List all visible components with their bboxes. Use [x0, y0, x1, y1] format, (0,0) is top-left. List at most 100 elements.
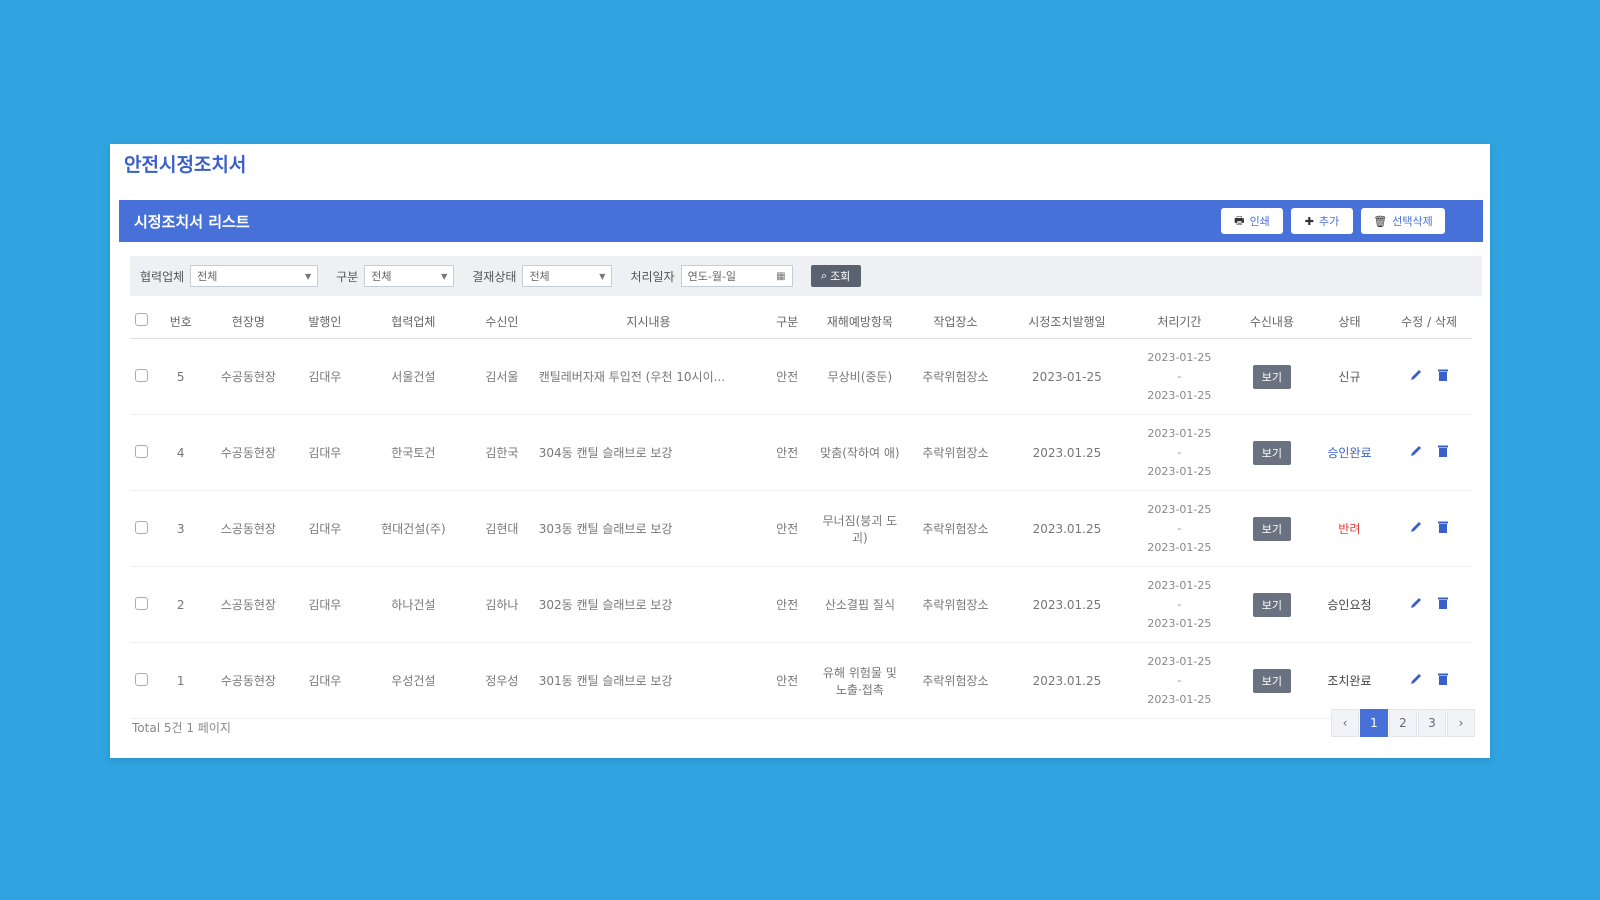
cell-subject[interactable]: 304동 캔틸 슬래브로 보강: [537, 414, 760, 491]
row-checkbox-cell: [130, 490, 154, 567]
cell-period: 2023-01-25 - 2023-01-25: [1127, 338, 1232, 415]
pencil-icon[interactable]: [1409, 368, 1423, 382]
cell-no: 3: [153, 490, 208, 567]
cell-status: 승인완료: [1312, 414, 1387, 491]
cell-place: 추락위험장소: [904, 490, 1007, 567]
cell-actions: [1386, 414, 1472, 491]
prev-page-button[interactable]: ‹: [1331, 709, 1359, 737]
status-select[interactable]: 전체 ▼: [522, 265, 613, 287]
pencil-icon[interactable]: [1409, 520, 1423, 534]
cell-actions: [1386, 490, 1472, 567]
filter-bar: 협력업체 전체 ▼ 구분 전체 ▼ 결재상태 전체 ▼ 처리일자 연도-월-일 …: [130, 256, 1482, 296]
period-to: 2023-01-25: [1147, 617, 1212, 630]
view-button[interactable]: 보기: [1252, 592, 1292, 617]
col-header: 협력업체: [360, 304, 467, 339]
col-header: 수신내용: [1231, 304, 1313, 339]
cell-receiver: 김한국: [466, 414, 538, 491]
view-button[interactable]: 보기: [1252, 516, 1292, 541]
search-button[interactable]: ⌕ 조회: [810, 265, 861, 287]
col-header: 재해예방항목: [814, 304, 905, 339]
period-separator: -: [1177, 446, 1182, 459]
cell-site: 스공동현장: [207, 490, 290, 567]
period-separator: -: [1177, 674, 1182, 687]
page-button-3[interactable]: 3: [1418, 709, 1446, 737]
col-header: 번호: [153, 304, 208, 339]
row-checkbox[interactable]: [135, 520, 149, 534]
status-select-value: 전체: [529, 270, 550, 283]
select-all-checkbox[interactable]: [135, 313, 149, 326]
next-page-button[interactable]: ›: [1447, 709, 1475, 737]
row-checkbox-cell: [130, 338, 154, 415]
trash-icon[interactable]: [1437, 368, 1449, 382]
cell-site: 스공동현장: [207, 566, 290, 643]
cell-period: 2023-01-25 - 2023-01-25: [1127, 490, 1232, 567]
pencil-icon[interactable]: [1409, 672, 1423, 686]
status-badge: 승인요청: [1327, 598, 1372, 612]
cell-status: 신규: [1312, 338, 1387, 415]
status-badge: 조치완료: [1327, 674, 1372, 688]
cell-period: 2023-01-25 - 2023-01-25: [1127, 566, 1232, 643]
table-row[interactable]: 1 수공동현장 김대우 우성건설 정우성 301동 캔틸 슬래브로 보강 안전 유해 위험물 …: [130, 642, 1472, 719]
cell-issued: 2023-01-25: [1006, 338, 1128, 415]
cell-place: 추락위험장소: [904, 566, 1007, 643]
page-button-2[interactable]: 2: [1389, 709, 1417, 737]
period-separator: -: [1177, 370, 1182, 383]
row-checkbox[interactable]: [135, 368, 149, 382]
cell-issuer: 김대우: [289, 566, 361, 643]
company-select[interactable]: 전체 ▼: [190, 265, 319, 287]
cell-company: 하나건설: [360, 566, 467, 643]
row-checkbox[interactable]: [135, 596, 149, 610]
view-button[interactable]: 보기: [1252, 668, 1292, 693]
type-select[interactable]: 전체 ▼: [364, 265, 455, 287]
view-button[interactable]: 보기: [1252, 364, 1292, 389]
table-row[interactable]: 4 수공동현장 김대우 한국토건 김한국 304동 캔틸 슬래브로 보강 안전 맞춤(작하여 …: [130, 414, 1472, 491]
cell-type: 안전: [759, 414, 815, 491]
view-button[interactable]: 보기: [1252, 440, 1292, 465]
add-button-label: 추가: [1318, 215, 1340, 228]
trash-icon[interactable]: [1437, 672, 1449, 686]
delete-selected-button[interactable]: 🗑 선택삭제: [1361, 208, 1445, 234]
row-checkbox[interactable]: [135, 672, 149, 686]
period-to: 2023-01-25: [1147, 693, 1212, 706]
cell-no: 5: [153, 338, 208, 415]
pencil-icon[interactable]: [1409, 444, 1423, 458]
col-header: 지시내용: [537, 304, 760, 339]
row-checkbox[interactable]: [135, 444, 149, 458]
cell-type: 안전: [759, 338, 815, 415]
col-header: 수정 / 삭제: [1386, 304, 1472, 339]
page-button-1[interactable]: 1: [1360, 709, 1388, 737]
cell-subject[interactable]: 캔틸레버자재 투입전 (우천 10시이...: [537, 338, 760, 415]
table-row[interactable]: 2 스공동현장 김대우 하나건설 김하나 302동 캔틸 슬래브로 보강 안전 산소결핍 질식…: [130, 566, 1472, 643]
period-separator: -: [1177, 598, 1182, 611]
trash-icon[interactable]: [1437, 520, 1449, 534]
table-row[interactable]: 3 스공동현장 김대우 현대건설(주) 김현대 303동 캔틸 슬래브로 보강 안전 무너짐(…: [130, 490, 1472, 567]
add-button[interactable]: ✚ 추가: [1291, 208, 1353, 234]
period-separator: -: [1177, 522, 1182, 535]
row-checkbox-cell: [130, 642, 154, 719]
pagination: ‹ 1 2 3 ›: [1331, 709, 1475, 737]
table-row[interactable]: 5 수공동현장 김대우 서울건설 김서울 캔틸레버자재 투입전 (우천 10시이... 안전…: [130, 338, 1472, 415]
main-card: 안전시정조치서 시정조치서 리스트 🖶 인쇄 ✚ 추가 🗑 선택삭제 협력업체 …: [110, 144, 1490, 758]
status-filter-label: 결재상태: [472, 269, 517, 284]
chevron-down-icon: ▼: [305, 271, 312, 281]
cell-site: 수공동현장: [207, 338, 290, 415]
col-header: 현장명: [207, 304, 290, 339]
cell-actions: [1386, 642, 1472, 719]
cell-status: 조치완료: [1312, 642, 1387, 719]
period-to: 2023-01-25: [1147, 541, 1212, 554]
cell-view: 보기: [1231, 566, 1313, 643]
company-filter-label: 협력업체: [140, 269, 185, 284]
cell-subject[interactable]: 302동 캔틸 슬래브로 보강: [537, 566, 760, 643]
trash-icon[interactable]: [1437, 596, 1449, 610]
cell-view: 보기: [1231, 642, 1313, 719]
cell-period: 2023-01-25 - 2023-01-25: [1127, 642, 1232, 719]
pencil-icon[interactable]: [1409, 596, 1423, 610]
date-input[interactable]: 연도-월-일 ▦: [680, 265, 793, 287]
trash-icon[interactable]: [1437, 444, 1449, 458]
cell-subject[interactable]: 303동 캔틸 슬래브로 보강: [537, 490, 760, 567]
period-from: 2023-01-25: [1147, 427, 1212, 440]
cell-subject[interactable]: 301동 캔틸 슬래브로 보강: [537, 642, 760, 719]
print-button[interactable]: 🖶 인쇄: [1221, 208, 1283, 234]
cell-no: 2: [153, 566, 208, 643]
col-header: 상태: [1312, 304, 1387, 339]
